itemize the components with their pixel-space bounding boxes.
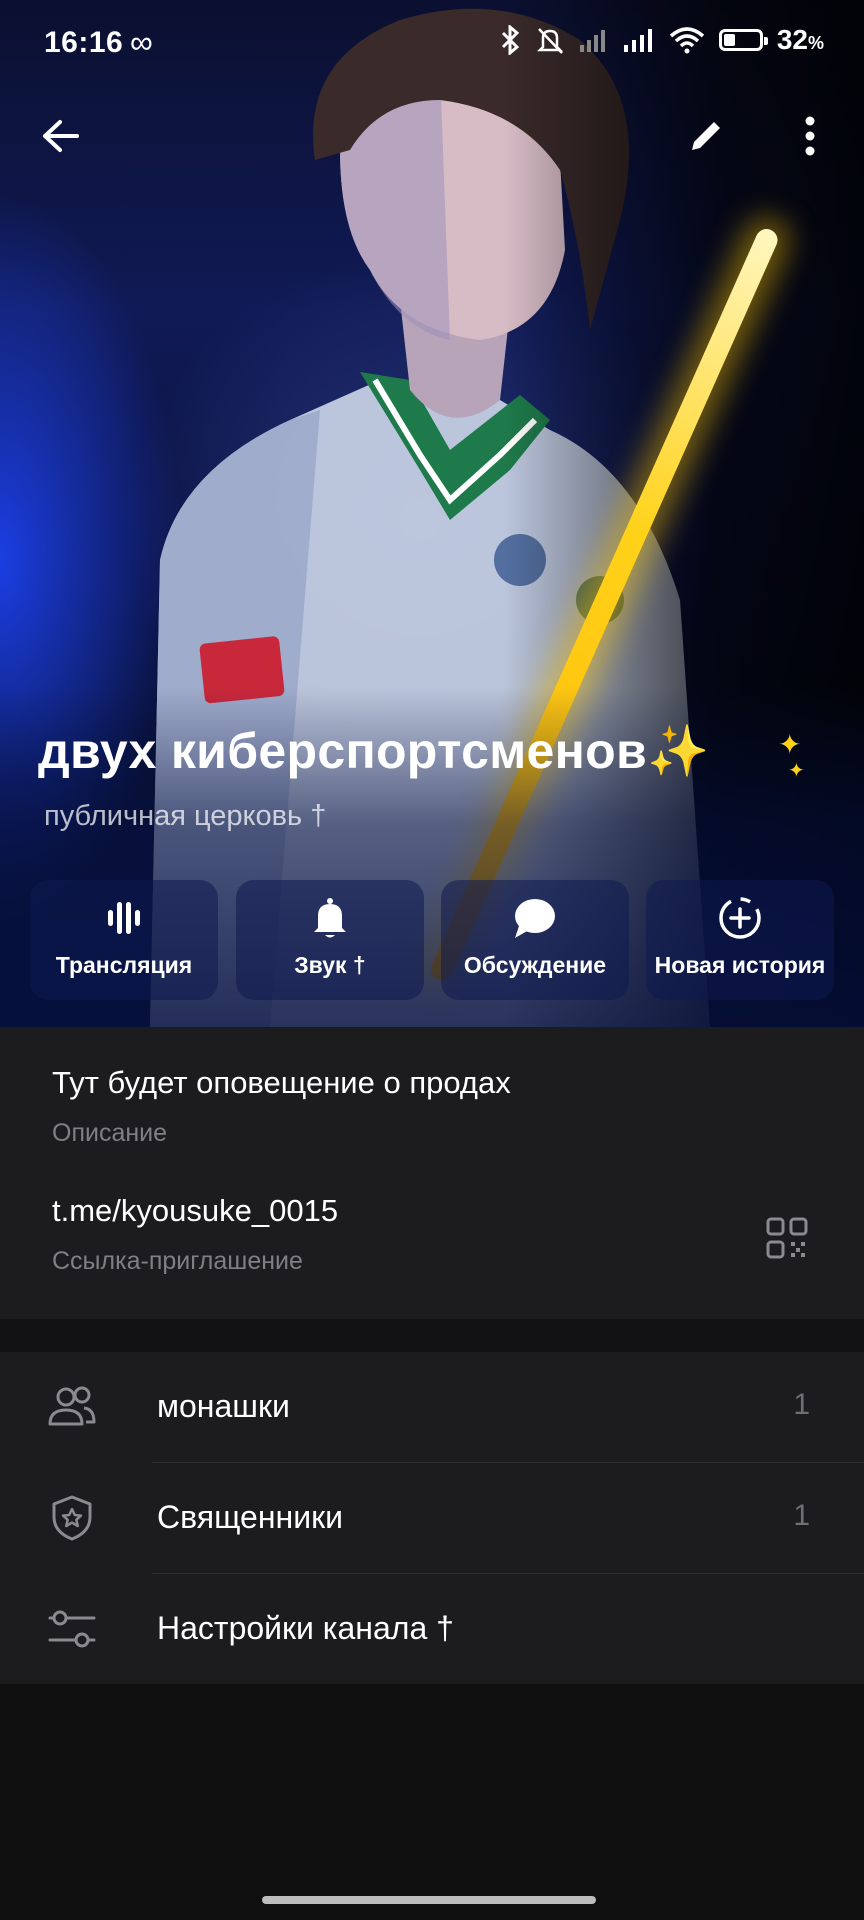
home-indicator[interactable] (262, 1896, 596, 1904)
live-stream-button[interactable]: Трансляция (30, 880, 218, 1000)
members-icon (48, 1386, 96, 1426)
channel-info-section: Тут будет оповещение о продах Описание t… (0, 1027, 864, 1319)
qr-code-icon[interactable] (766, 1217, 808, 1259)
live-stream-label: Трансляция (55, 952, 193, 978)
edit-button[interactable] (676, 106, 736, 166)
status-time: 16:16 (44, 26, 124, 59)
bluetooth-icon (501, 25, 520, 55)
members-row[interactable]: монашки 1 (0, 1352, 864, 1462)
new-story-button[interactable]: Новая история (646, 880, 834, 1000)
status-icons: 32% (499, 24, 824, 56)
bell-muted-icon (536, 28, 563, 54)
channel-settings-row[interactable]: Настройки канала † (0, 1574, 864, 1684)
back-arrow-icon (43, 120, 79, 152)
status-bar: 16:16 ∞ 32% (0, 0, 864, 90)
signal-off-icon (579, 30, 605, 52)
discussion-button[interactable]: Обсуждение (441, 880, 629, 1000)
invite-link-label: Ссылка-приглашение (52, 1247, 303, 1275)
pencil-icon (692, 122, 720, 150)
discussion-label: Обсуждение (463, 952, 607, 978)
channel-subtitle: публичная церковь † (44, 800, 327, 832)
sound-label: Звук † (294, 952, 366, 978)
invite-link[interactable]: t.me/kyousuke_0015 (52, 1193, 338, 1229)
channel-settings-label: Настройки канала † (157, 1610, 454, 1646)
admins-label: Священники (157, 1499, 343, 1535)
battery-percent: 32% (776, 24, 824, 55)
admins-count: 1 (793, 1499, 810, 1532)
settings-sliders-icon (48, 1610, 96, 1648)
battery-icon (718, 29, 768, 51)
more-options-button[interactable] (780, 106, 840, 166)
new-story-label: Новая история (654, 952, 826, 978)
action-buttons: Трансляция Звук † Обсуждение Новая истор… (30, 880, 864, 1000)
sound-button[interactable]: Звук † (236, 880, 424, 1000)
members-count: 1 (793, 1388, 810, 1421)
members-label: монашки (157, 1388, 290, 1424)
channel-header: 16:16 ∞ 32% двух киберспортсменов✨ ✦ ✦ п… (0, 0, 864, 1027)
bell-icon (314, 898, 346, 938)
sparkle-icon: ✦ (778, 729, 802, 760)
channel-menu-list: монашки 1 Священники 1 Настройки канала … (0, 1352, 864, 1684)
live-stream-icon (108, 902, 140, 934)
back-button[interactable] (30, 106, 90, 166)
admins-row[interactable]: Священники 1 (0, 1463, 864, 1573)
channel-title: двух киберспортсменов✨ (38, 723, 710, 779)
chat-bubble-icon (515, 899, 555, 938)
admin-shield-icon (52, 1495, 92, 1541)
sparkle-small-icon: ✦ (788, 760, 805, 782)
signal-icon (623, 29, 652, 52)
section-separator (0, 1319, 864, 1352)
description-text: Тут будет оповещение о продах (52, 1065, 511, 1100)
add-story-icon (719, 897, 761, 939)
more-vertical-icon (805, 116, 815, 156)
wifi-icon (669, 27, 704, 54)
description-label: Описание (52, 1119, 168, 1147)
infinity-icon: ∞ (130, 24, 153, 60)
